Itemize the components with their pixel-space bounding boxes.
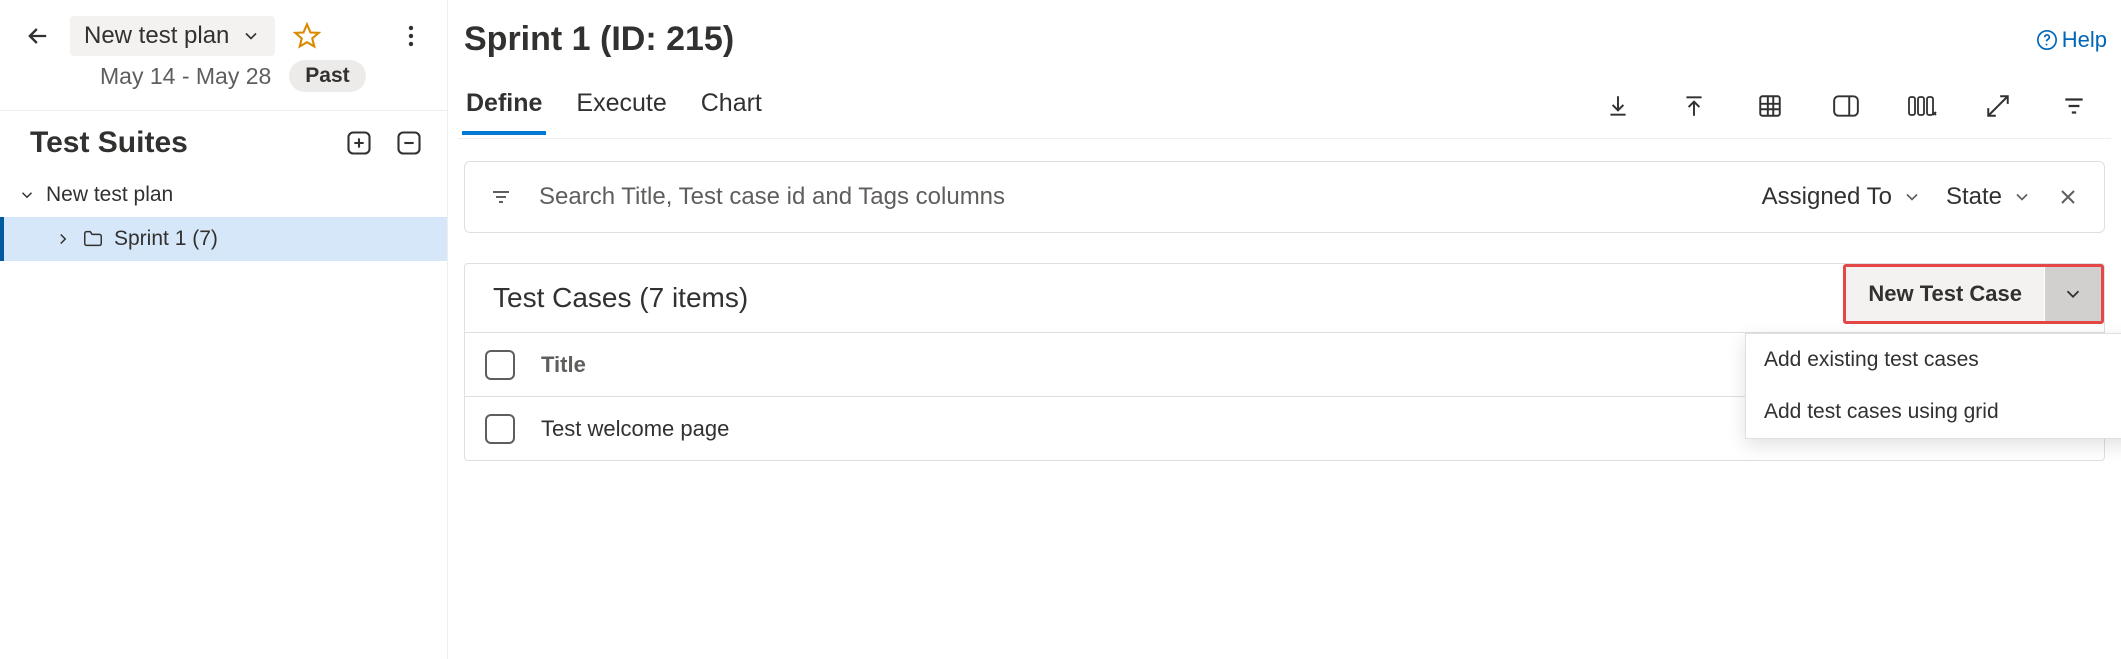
chevron-down-icon: [241, 26, 261, 46]
help-link[interactable]: Help: [2036, 27, 2107, 53]
new-test-case-button[interactable]: New Test Case: [1846, 267, 2045, 321]
filter-lines-icon: [489, 185, 513, 209]
new-test-case-menu: Add existing test cases Add test cases u…: [1745, 333, 2121, 439]
tree-root-label: New test plan: [46, 183, 173, 207]
help-icon: [2036, 29, 2058, 51]
columns-icon[interactable]: [1903, 87, 1941, 125]
sidebar: New test plan May 14 - May 28 Past Test …: [0, 0, 448, 659]
panel-icon[interactable]: [1827, 87, 1865, 125]
filter-state-label: State: [1946, 183, 2002, 211]
search-input[interactable]: [537, 182, 1738, 212]
help-label: Help: [2062, 27, 2107, 53]
chevron-down-icon: [18, 186, 36, 204]
more-options-button[interactable]: [391, 16, 431, 56]
tab-actions: [1599, 87, 2111, 125]
tab-chart[interactable]: Chart: [699, 77, 764, 134]
status-pill: Past: [289, 60, 365, 92]
search-bar: Assigned To State: [464, 161, 2105, 233]
chevron-down-icon: [1902, 187, 1922, 207]
main-panel: Sprint 1 (ID: 215) Help Define Execute C…: [448, 0, 2121, 659]
favorite-button[interactable]: [285, 14, 329, 58]
filter-assigned-to[interactable]: Assigned To: [1762, 183, 1922, 211]
chevron-right-icon: [54, 230, 72, 248]
new-test-case-split-button: New Test Case Add existing test cases Ad…: [1843, 264, 2104, 324]
chevron-down-icon: [2012, 187, 2032, 207]
select-all-checkbox[interactable]: [485, 350, 515, 380]
upload-icon[interactable]: [1675, 87, 1713, 125]
test-cases-card: Test Cases (7 items) New Test Case Add e…: [464, 263, 2105, 461]
folder-icon: [82, 228, 104, 250]
download-icon[interactable]: [1599, 87, 1637, 125]
menu-add-grid[interactable]: Add test cases using grid: [1746, 386, 2121, 438]
plan-dates: May 14 - May 28 Past: [0, 60, 447, 110]
back-button[interactable]: [16, 14, 60, 58]
clear-filters-button[interactable]: [2056, 185, 2080, 209]
tree-child-item[interactable]: Sprint 1 (7): [0, 217, 447, 261]
row-checkbox[interactable]: [485, 414, 515, 444]
filter-icon[interactable]: [2055, 87, 2093, 125]
suites-title: Test Suites: [30, 126, 327, 160]
collapse-suite-button[interactable]: [391, 125, 427, 161]
row-title: Test welcome page: [541, 416, 1814, 442]
card-header: Test Cases (7 items) New Test Case Add e…: [465, 264, 2104, 332]
card-title: Test Cases (7 items): [493, 282, 748, 314]
title-row: Sprint 1 (ID: 215) Help: [458, 0, 2111, 73]
tree-root-item[interactable]: New test plan: [0, 173, 447, 217]
tab-execute[interactable]: Execute: [574, 77, 668, 134]
grid-icon[interactable]: [1751, 87, 1789, 125]
col-title[interactable]: Title: [541, 352, 1814, 378]
tree-child-label: Sprint 1 (7): [114, 227, 218, 251]
suite-tree: New test plan Sprint 1 (7): [0, 167, 447, 261]
filter-state[interactable]: State: [1946, 183, 2032, 211]
menu-add-existing[interactable]: Add existing test cases: [1746, 334, 2121, 386]
suites-section-header: Test Suites: [0, 111, 447, 167]
tabs-row: Define Execute Chart: [458, 73, 2111, 139]
new-test-case-menu-toggle[interactable]: [2045, 267, 2101, 321]
page-title: Sprint 1 (ID: 215): [464, 20, 734, 59]
fullscreen-icon[interactable]: [1979, 87, 2017, 125]
tab-define[interactable]: Define: [464, 77, 544, 134]
test-plan-selector[interactable]: New test plan: [70, 16, 275, 56]
test-plan-name: New test plan: [84, 22, 229, 50]
sidebar-header: New test plan: [0, 0, 447, 60]
filter-assigned-label: Assigned To: [1762, 183, 1892, 211]
add-suite-button[interactable]: [341, 125, 377, 161]
date-range: May 14 - May 28: [100, 63, 271, 90]
